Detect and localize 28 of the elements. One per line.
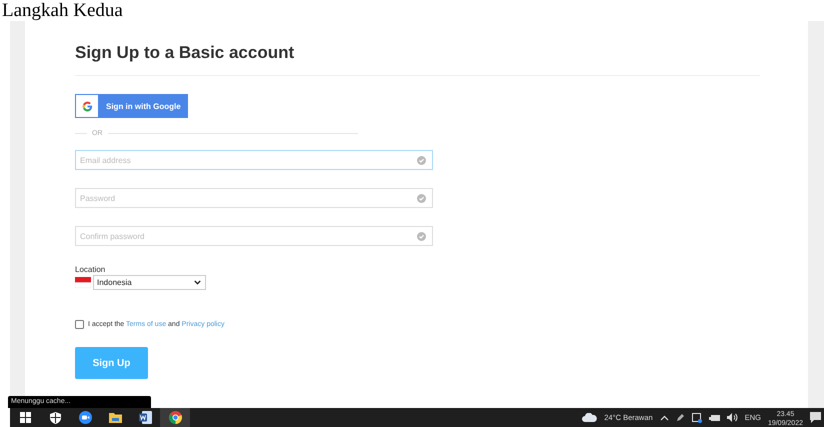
location-label: Location <box>75 264 106 275</box>
check-circle-icon <box>417 194 426 202</box>
input-field[interactable]: Email address <box>75 150 433 170</box>
folder-icon <box>108 412 122 423</box>
page-title: Sign Up to a Basic account <box>75 42 296 64</box>
browser-icon <box>168 411 182 424</box>
sign-up-button[interactable]: Sign Up <box>75 347 148 379</box>
caret-up-icon[interactable] <box>660 414 669 420</box>
document-app-icon <box>138 411 152 424</box>
windows-icon <box>20 412 30 423</box>
check-circle-icon <box>417 156 426 164</box>
chevron-down-icon <box>194 280 201 285</box>
flag-icon <box>75 277 91 288</box>
speaker-icon[interactable] <box>726 413 738 422</box>
check-circle-icon <box>417 232 426 240</box>
video-camera-icon <box>78 411 92 424</box>
location-dropdown[interactable]: Indonesia <box>93 275 206 290</box>
checkbox[interactable] <box>75 320 84 329</box>
taskbar-app[interactable] <box>160 408 190 427</box>
google-sign-in-button[interactable]: Sign in with Google <box>75 94 188 118</box>
input-field[interactable]: Confirm password <box>75 226 433 246</box>
notification-icon[interactable] <box>810 412 821 423</box>
input-field[interactable]: Password <box>75 188 433 208</box>
shield-icon <box>50 412 60 424</box>
document-heading: Langkah Kedua <box>1 0 124 21</box>
cloud-icon <box>582 413 598 422</box>
google-logo-icon <box>82 100 92 112</box>
pen-icon[interactable] <box>676 413 685 422</box>
